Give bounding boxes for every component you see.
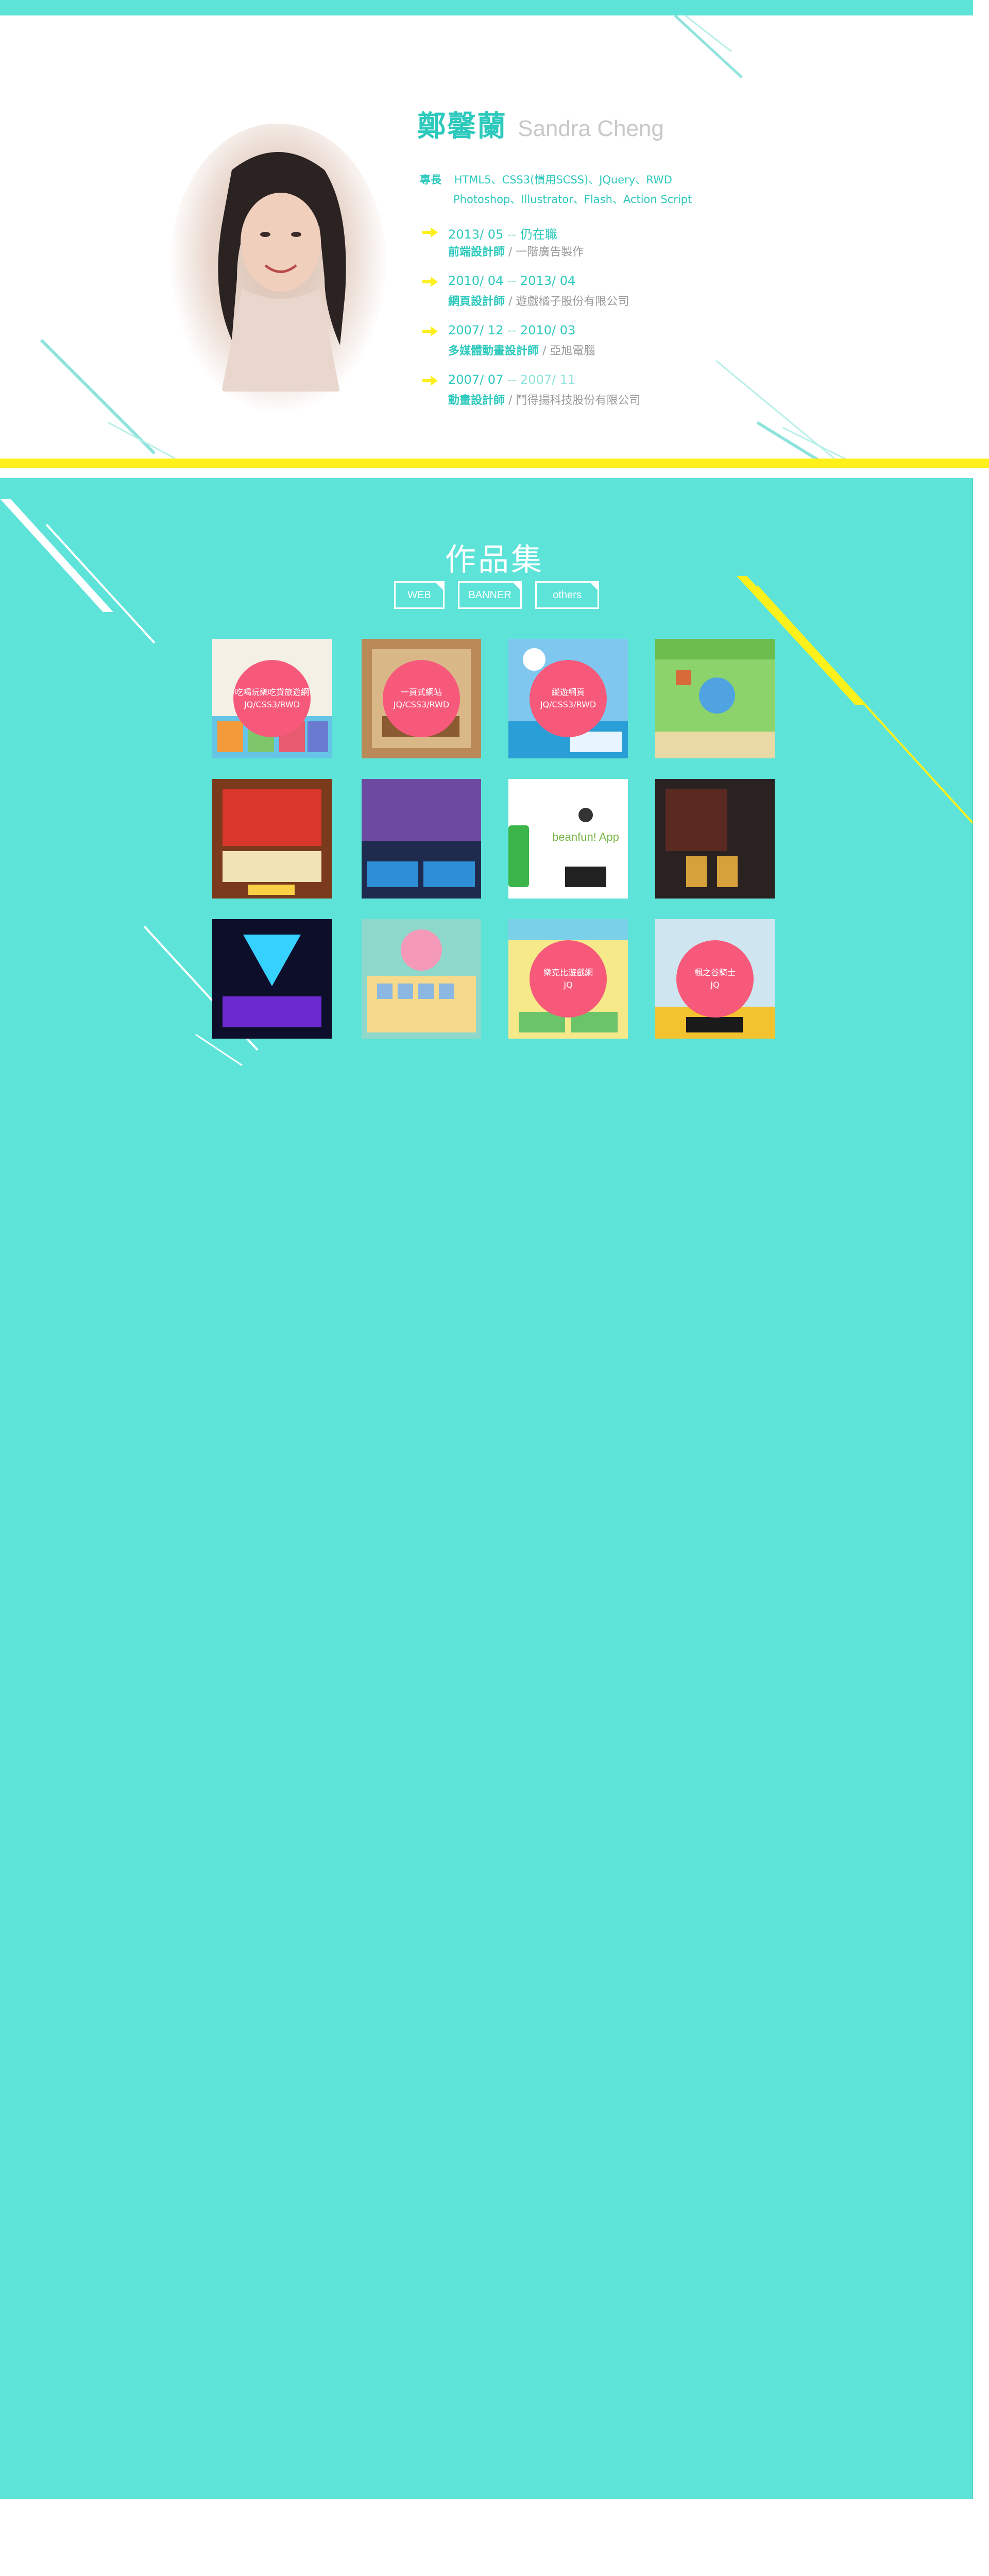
portfolio-tile[interactable]	[212, 919, 332, 1039]
top-strip	[0, 0, 973, 15]
tile-hover-bubble: 楓之谷騎士 JQ	[676, 940, 754, 1018]
timeline-date: 2010/ 04 -- 2013/ 04	[448, 274, 576, 288]
arrow-right-icon	[422, 326, 438, 336]
profile-name: 鄭馨蘭 Sandra Cheng	[417, 103, 664, 145]
arrow-right-icon	[422, 227, 438, 238]
tile-thumbnail	[362, 919, 481, 1039]
arrow-right-icon	[422, 277, 438, 287]
portfolio-tile[interactable]: 樂克比遊戲網 JQ	[508, 919, 628, 1039]
skills-label: 專長	[420, 174, 441, 186]
corner-fold-icon	[589, 581, 599, 591]
portfolio-tile[interactable]: beanfun! App	[508, 779, 628, 899]
filter-banner-button[interactable]: BANNER	[458, 581, 522, 609]
portfolio-tile[interactable]	[362, 779, 481, 899]
tile-thumbnail	[212, 779, 332, 899]
profile-photo	[170, 124, 386, 412]
timeline-role: 前端設計師 / 一階廣告製作	[448, 246, 584, 259]
timeline-date: 2007/ 12 -- 2010/ 03	[448, 323, 576, 337]
portrait-illustration	[218, 152, 346, 392]
portfolio-filters: WEB BANNER others	[394, 581, 599, 609]
name-chinese: 鄭馨蘭	[417, 110, 507, 143]
name-english: Sandra Cheng	[518, 116, 664, 141]
tile-thumbnail: beanfun! App	[508, 779, 628, 899]
portfolio-tile[interactable]	[212, 779, 332, 899]
tile-caption: beanfun! App	[552, 831, 619, 843]
tile-thumbnail	[212, 919, 332, 1039]
tile-hover-bubble: 縱遊網頁 JQ/CSS3/RWD	[530, 660, 607, 737]
timeline-role: 動畫設計師 / 鬥得揚科技股份有限公司	[448, 394, 641, 407]
tile-thumbnail	[655, 779, 775, 899]
timeline-date: 2007/ 07 -- 2007/ 11	[448, 372, 576, 387]
portfolio-tile[interactable]: 一頁式網站 JQ/CSS3/RWD	[362, 639, 481, 758]
tile-hover-bubble: 一頁式網站 JQ/CSS3/RWD	[383, 660, 460, 737]
corner-fold-icon	[434, 581, 445, 591]
skills-line-1: HTML5、CSS3(慣用SCSS)、JQuery、RWD	[454, 174, 672, 186]
skills-line-2: Photoshop、Illustrator、Flash、Action Scrip…	[453, 193, 692, 206]
portfolio-tile[interactable]	[362, 919, 481, 1039]
tile-hover-bubble: 樂克比遊戲網 JQ	[530, 940, 607, 1018]
corner-fold-icon	[511, 581, 522, 591]
portfolio-decoration	[0, 499, 973, 1066]
portfolio-tile[interactable]	[655, 639, 775, 758]
timeline-role: 網頁設計師 / 遊戲橘子股份有限公司	[448, 295, 629, 308]
tile-hover-bubble: 吃喝玩樂吃貨旅遊網 JQ/CSS3/RWD	[233, 660, 311, 737]
portfolio-tile[interactable]: 縱遊網頁 JQ/CSS3/RWD	[508, 639, 628, 758]
divider-gap	[0, 468, 989, 478]
timeline-role: 多媒體動畫設計師 / 亞旭電腦	[448, 345, 595, 358]
portfolio-title: 作品集	[445, 542, 544, 578]
tile-thumbnail	[362, 779, 481, 899]
arrow-right-icon	[422, 376, 438, 386]
portfolio-section: 作品集 WEB BANNER others 吃喝玩樂吃貨旅遊網 JQ/CSS3/R…	[0, 478, 973, 2499]
profile-header: 鄭馨蘭 Sandra Cheng 專長 HTML5、CSS3(慣用SCSS)、J…	[0, 15, 989, 459]
portfolio-tile[interactable]: 吃喝玩樂吃貨旅遊網 JQ/CSS3/RWD	[212, 639, 332, 758]
timeline-date: 2013/ 05 -- 仍在職	[448, 227, 557, 242]
skills-block: 專長 HTML5、CSS3(慣用SCSS)、JQuery、RWD Photosh…	[420, 170, 692, 209]
filter-others-button[interactable]: others	[535, 581, 599, 609]
portfolio-tile[interactable]	[655, 779, 775, 899]
filter-web-button[interactable]: WEB	[394, 581, 445, 609]
tile-thumbnail	[655, 639, 775, 758]
yellow-divider	[0, 459, 989, 468]
portfolio-tile[interactable]: 楓之谷騎士 JQ	[655, 919, 775, 1039]
page-footer-area	[0, 2499, 989, 2576]
